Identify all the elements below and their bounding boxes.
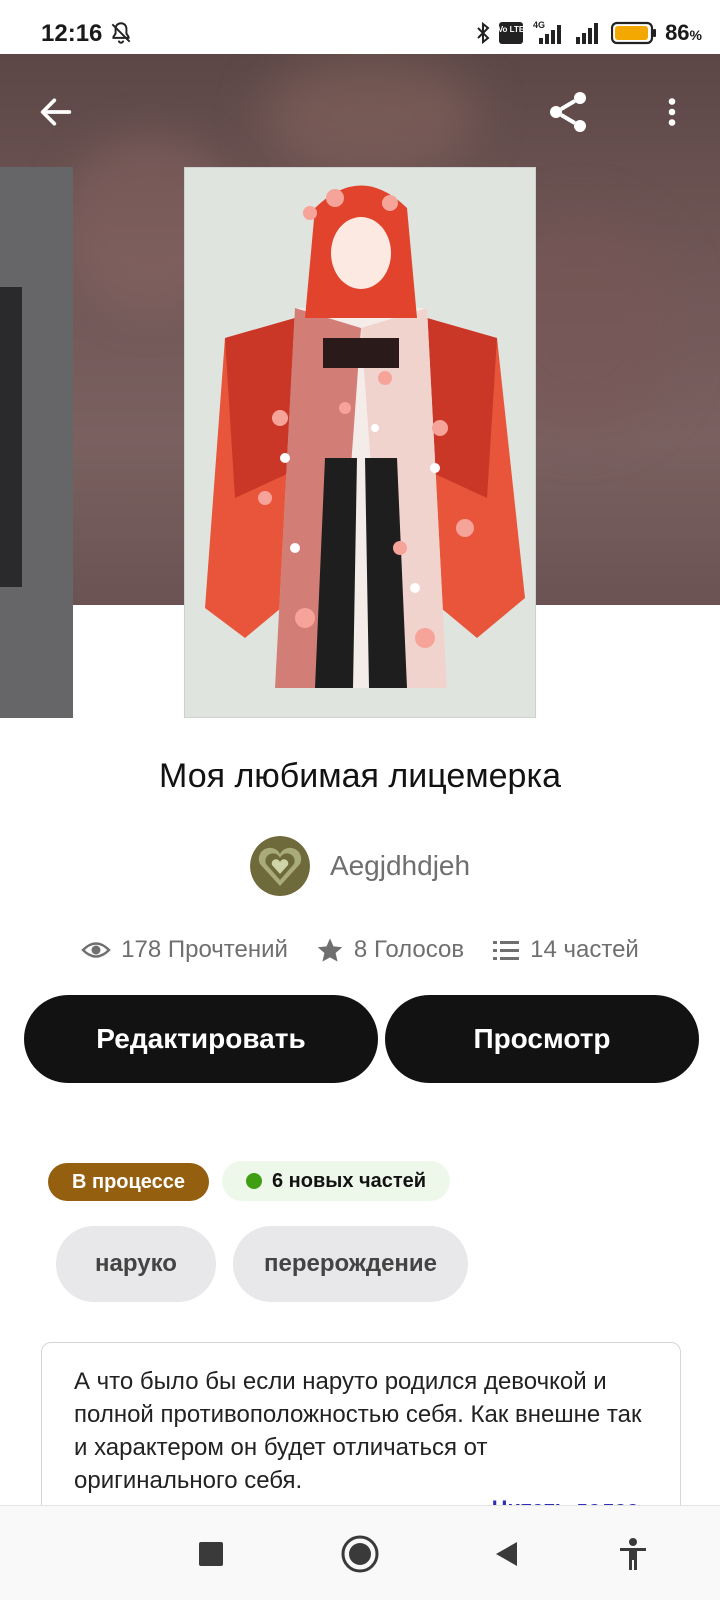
avatar[interactable] <box>249 836 310 896</box>
star-icon <box>317 938 343 962</box>
description-text: А что было бы если наруто родился девочк… <box>74 1368 642 1494</box>
recent-apps-icon <box>199 1542 223 1566</box>
system-back-button[interactable] <box>482 1530 530 1578</box>
previous-cover[interactable] <box>0 167 73 718</box>
edit-button[interactable]: Редактировать <box>24 995 378 1083</box>
svg-text:Vo LTE: Vo LTE <box>499 25 523 34</box>
recent-apps-button[interactable] <box>187 1530 235 1578</box>
story-stats: 178 Прочтений 8 Голосов 14 частей <box>0 930 720 970</box>
view-button[interactable]: Просмотр <box>385 995 699 1083</box>
votes-stat: 8 Голосов <box>316 936 464 964</box>
home-button[interactable] <box>336 1530 384 1578</box>
back-button[interactable] <box>24 80 88 144</box>
author-name[interactable]: Aegjdhdjeh <box>330 850 470 882</box>
parts-stat: 14 частей <box>492 936 639 964</box>
status-icons: Vo LTE 4G 86% <box>475 18 702 48</box>
author-row[interactable]: Aegjdhdjeh <box>0 836 720 896</box>
cover-illustration <box>185 168 535 717</box>
status-time: 12:16 <box>41 20 103 47</box>
accessibility-button[interactable] <box>609 1530 657 1578</box>
new-parts-badge: 6 новых частей <box>222 1161 451 1201</box>
volte-icon: Vo LTE <box>499 22 524 44</box>
accessibility-icon <box>620 1538 646 1570</box>
list-icon <box>493 941 520 960</box>
eye-icon <box>81 942 111 958</box>
battery-percent: 86% <box>665 20 702 45</box>
share-button[interactable] <box>536 80 600 144</box>
system-nav-bar <box>0 1505 720 1600</box>
green-dot-icon <box>246 1173 262 1189</box>
signal-icon <box>576 23 599 44</box>
back-triangle-icon <box>496 1542 517 1566</box>
story-cover[interactable] <box>184 167 536 718</box>
bluetooth-icon <box>477 21 490 45</box>
share-icon <box>550 92 586 132</box>
svg-text:4G: 4G <box>533 20 545 30</box>
status-bar: 12:16 Vo LTE 4G 86% <box>0 0 720 54</box>
signal-4g-icon: 4G <box>533 20 562 44</box>
tag-rebirth[interactable]: перерождение <box>233 1226 468 1302</box>
new-parts-label: 6 новых частей <box>272 1169 427 1192</box>
reads-stat: 178 Прочтений <box>81 936 288 964</box>
back-arrow-icon <box>40 98 72 126</box>
more-vertical-icon <box>668 98 676 126</box>
story-title: Моя любимая лицемерка <box>159 757 561 795</box>
more-options-button[interactable] <box>640 80 704 144</box>
tag-naruko[interactable]: наруко <box>56 1226 216 1302</box>
home-icon <box>341 1535 379 1573</box>
battery-icon <box>611 21 657 45</box>
status-badge: В процессе <box>48 1163 210 1201</box>
mute-bell-icon <box>111 22 131 44</box>
